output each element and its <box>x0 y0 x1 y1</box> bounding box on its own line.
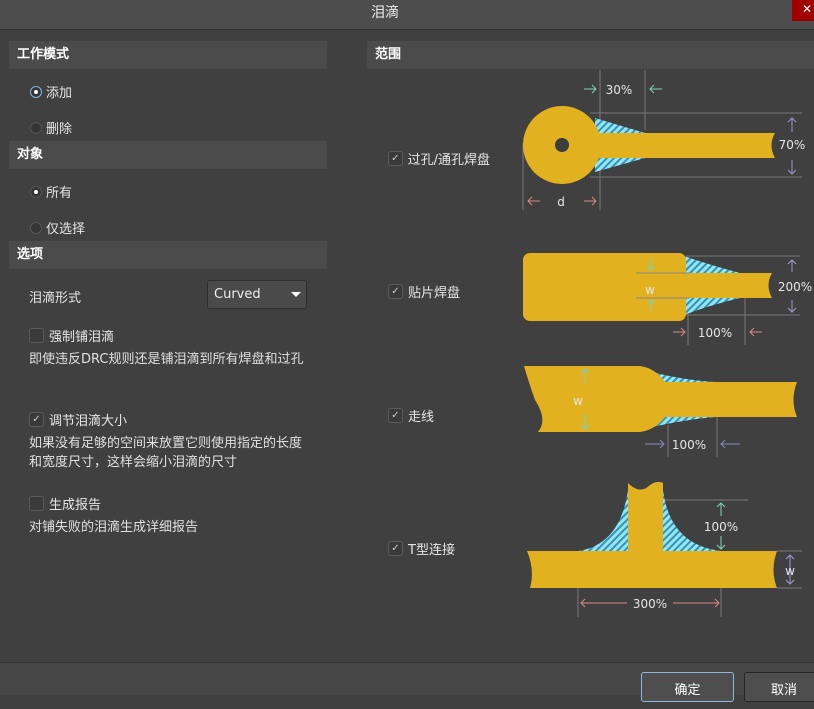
track <box>598 133 775 158</box>
track-w-label: w <box>573 394 583 408</box>
t-length-label: 300% <box>633 597 667 611</box>
via-length-label: 30% <box>606 83 633 97</box>
track-diagram <box>524 366 797 432</box>
teardrop-diagrams: 30% 70% d w 200% 100% w 100% 100% w 300% <box>522 70 812 617</box>
smd-w-label: w <box>645 283 655 297</box>
smd-length-label: 100% <box>698 326 732 340</box>
via-hole <box>555 138 569 152</box>
ok-button[interactable]: 确定 <box>641 672 734 702</box>
t-w-label: w <box>785 564 795 578</box>
via-diameter-label: d <box>557 195 565 209</box>
t-branch <box>628 481 663 551</box>
t-junction-diagram <box>527 481 777 588</box>
cancel-button[interactable]: 取消 <box>744 672 814 702</box>
t-height-label: 100% <box>704 520 738 534</box>
via-diagram <box>523 106 775 184</box>
via-width-label: 70% <box>779 138 806 152</box>
smd-width-label: 200% <box>778 280 812 294</box>
t-main-track <box>527 551 777 588</box>
track-length-label: 100% <box>672 438 706 452</box>
track <box>636 273 772 298</box>
